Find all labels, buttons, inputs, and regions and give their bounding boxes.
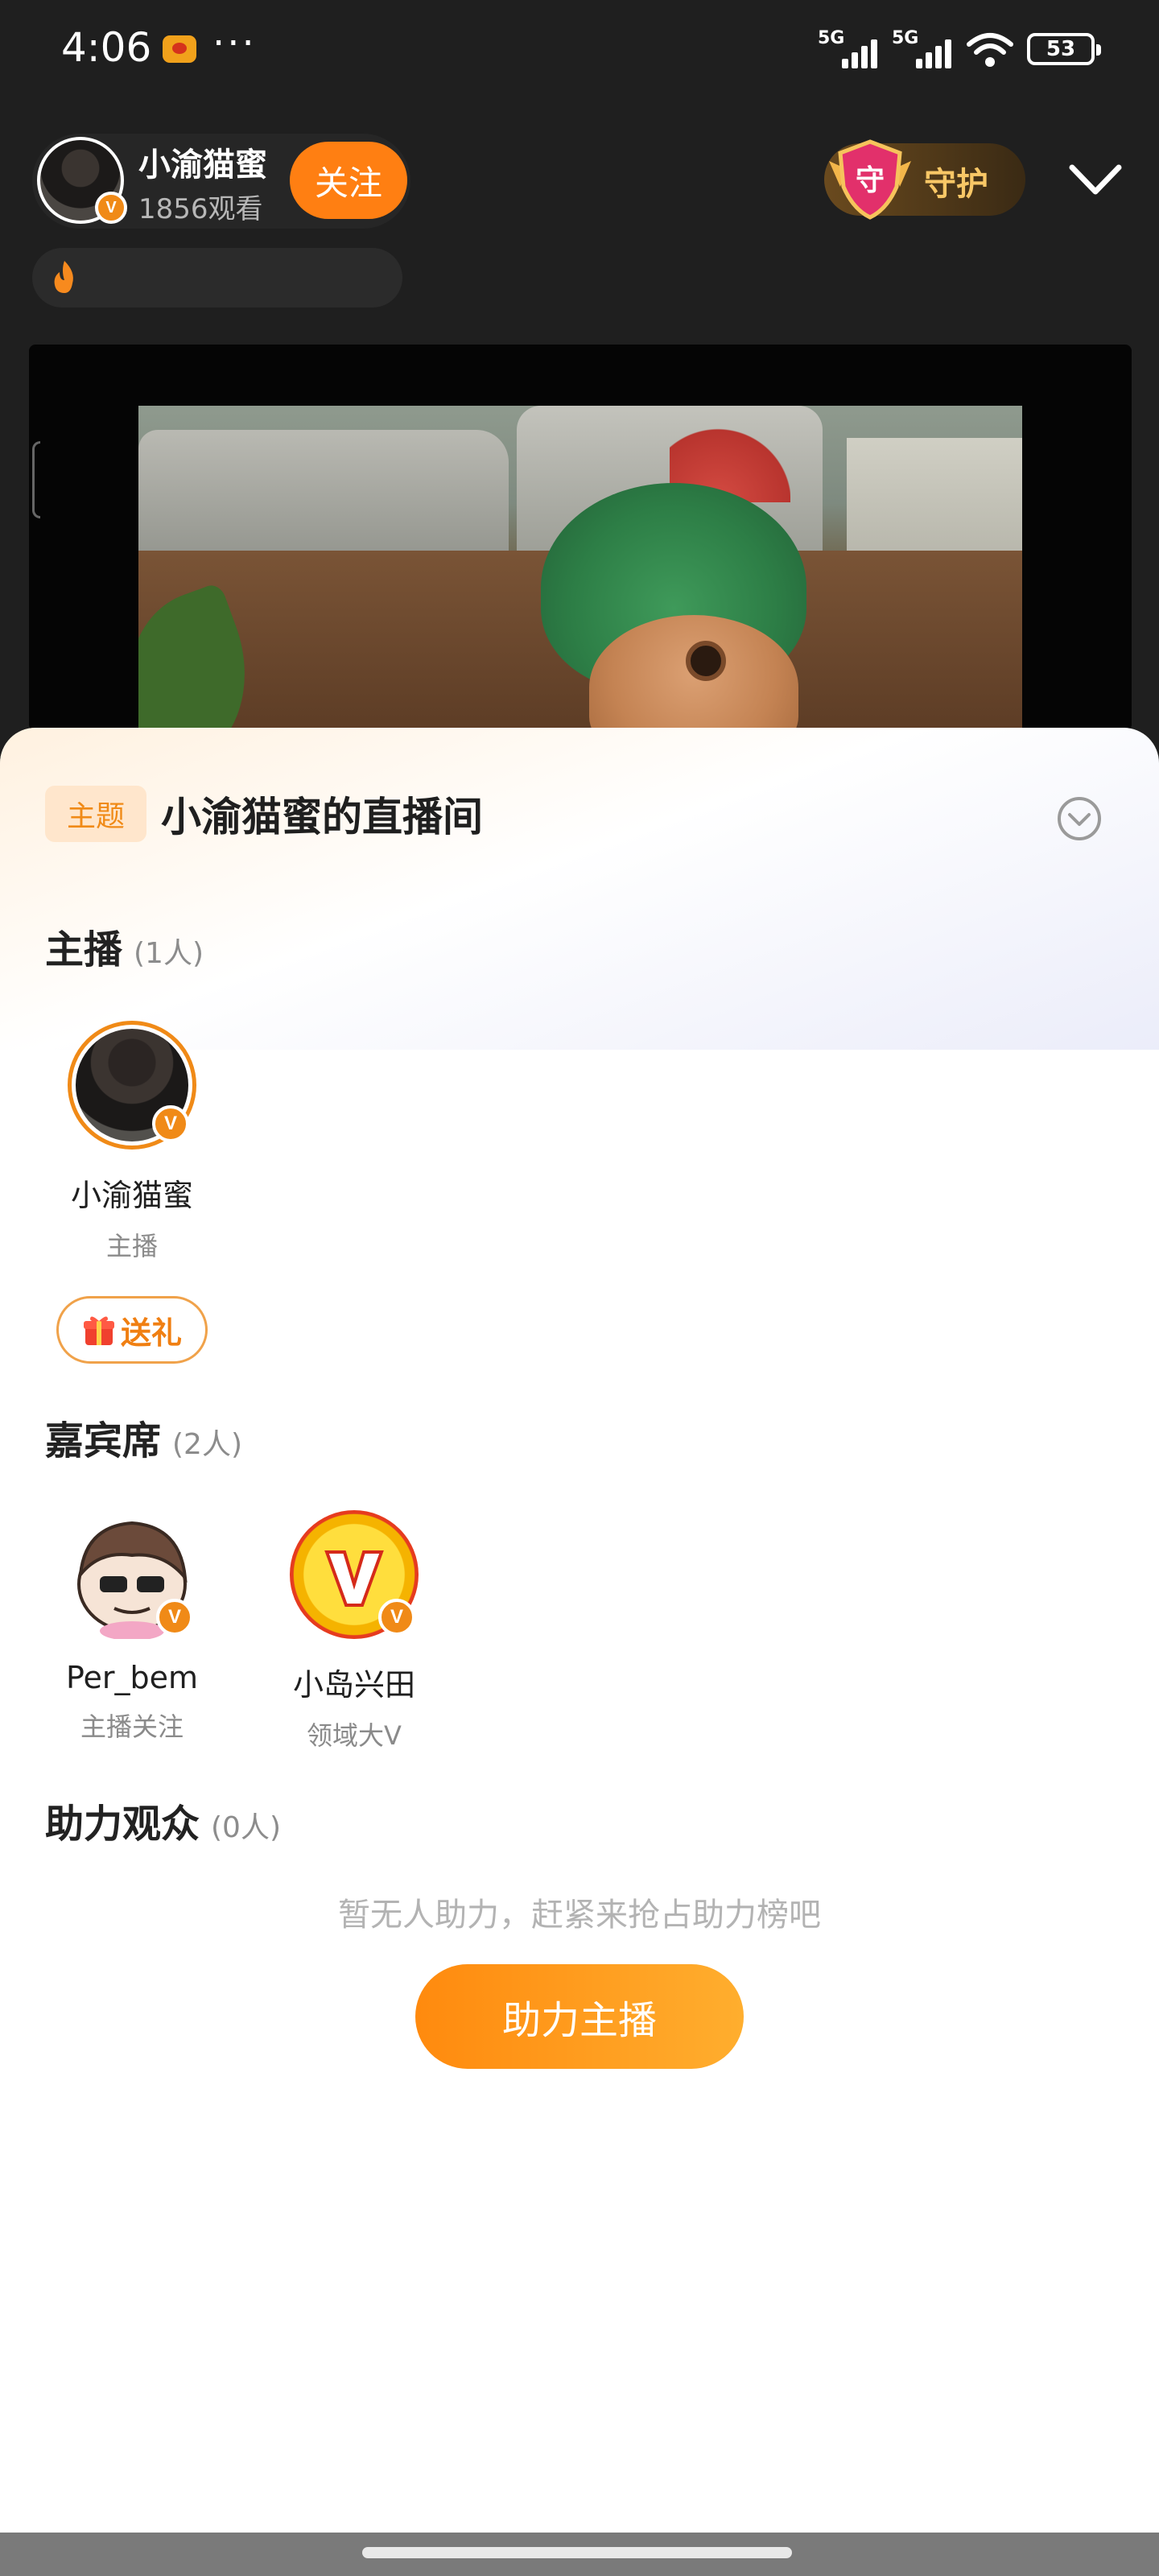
member-name: 小渝猫蜜 xyxy=(70,1178,193,1213)
avatar[interactable]: V xyxy=(68,1021,196,1150)
more-notifications-icon: ··· xyxy=(212,21,257,66)
verified-badge-icon: V xyxy=(95,192,127,224)
section-count: (2人) xyxy=(172,1428,243,1461)
live-video-player[interactable] xyxy=(29,345,1132,731)
guest-section-header: 嘉宾席 (2人) xyxy=(45,1409,242,1465)
host-name[interactable]: 小渝猫蜜 xyxy=(138,138,267,185)
boost-section-header: 助力观众 (0人) xyxy=(45,1792,281,1848)
verified-badge-icon: V xyxy=(378,1599,415,1636)
room-title: 小渝猫蜜的直播间 xyxy=(161,794,483,840)
signal-5g-icon: 5G xyxy=(892,28,953,70)
member-role: 主播关注 xyxy=(80,1711,184,1742)
video-edge-handle xyxy=(32,441,40,518)
anchor-member-card[interactable]: V 小渝猫蜜 主播 xyxy=(43,1021,221,1263)
verified-badge-icon: V xyxy=(156,1599,193,1636)
boost-anchor-button[interactable]: 助力主播 xyxy=(415,1964,744,2069)
section-count: (0人) xyxy=(211,1811,282,1844)
battery-icon: 53 xyxy=(1027,33,1101,65)
member-role: 主播 xyxy=(105,1231,158,1261)
signal-5g-icon: 5G xyxy=(818,28,879,70)
live-room-info-sheet: 主题 小渝猫蜜的直播间 主播 (1人) V 小渝猫蜜 主播 送礼 嘉宾席 (2人… xyxy=(0,728,1159,2536)
member-role: 领域大V xyxy=(307,1720,402,1751)
avatar[interactable]: V xyxy=(68,1510,196,1641)
follow-button[interactable]: 关注 xyxy=(290,142,407,219)
chevron-down-icon[interactable] xyxy=(1067,158,1124,203)
hot-rank-strip[interactable] xyxy=(32,248,402,308)
send-gift-button[interactable]: 送礼 xyxy=(56,1296,208,1364)
guest-member-card[interactable]: V 小岛兴田 领域大V xyxy=(266,1510,443,1752)
member-name: Per_bem xyxy=(65,1660,199,1695)
flame-icon xyxy=(54,261,73,293)
section-count: (1人) xyxy=(134,937,204,970)
host-avatar[interactable]: V xyxy=(37,137,127,224)
empty-boost-hint: 暂无人助力，赶紧来抢占助力榜吧 xyxy=(338,1897,821,1934)
guard-label: 守护 xyxy=(924,166,988,203)
chevron-down-circle-icon[interactable] xyxy=(1056,795,1103,842)
home-indicator[interactable] xyxy=(362,2547,792,2558)
topic-tag: 主题 xyxy=(45,786,146,842)
wifi-icon xyxy=(967,33,1013,67)
svg-text:守: 守 xyxy=(856,164,885,197)
guard-shield-icon: 守 xyxy=(829,139,911,220)
video-frame xyxy=(138,406,1022,731)
avatar[interactable]: V xyxy=(290,1510,419,1639)
member-name: 小岛兴田 xyxy=(292,1667,415,1703)
send-gift-label: 送礼 xyxy=(120,1315,182,1351)
weibo-notification-icon xyxy=(163,35,196,63)
section-title: 主播 xyxy=(45,927,123,972)
anchor-section-header: 主播 (1人) xyxy=(45,918,204,974)
gift-icon xyxy=(83,1316,114,1345)
battery-level: 53 xyxy=(1046,37,1076,61)
guest-member-card[interactable]: V Per_bem 主播关注 xyxy=(43,1510,221,1744)
status-bar: 4:06 ··· 5G 5G 53 xyxy=(0,0,1159,100)
status-time: 4:06 xyxy=(61,24,152,71)
section-title: 嘉宾席 xyxy=(45,1418,162,1463)
verified-badge-icon: V xyxy=(152,1105,189,1142)
section-title: 助力观众 xyxy=(45,1802,200,1847)
viewer-count: 1856观看 xyxy=(138,193,263,225)
